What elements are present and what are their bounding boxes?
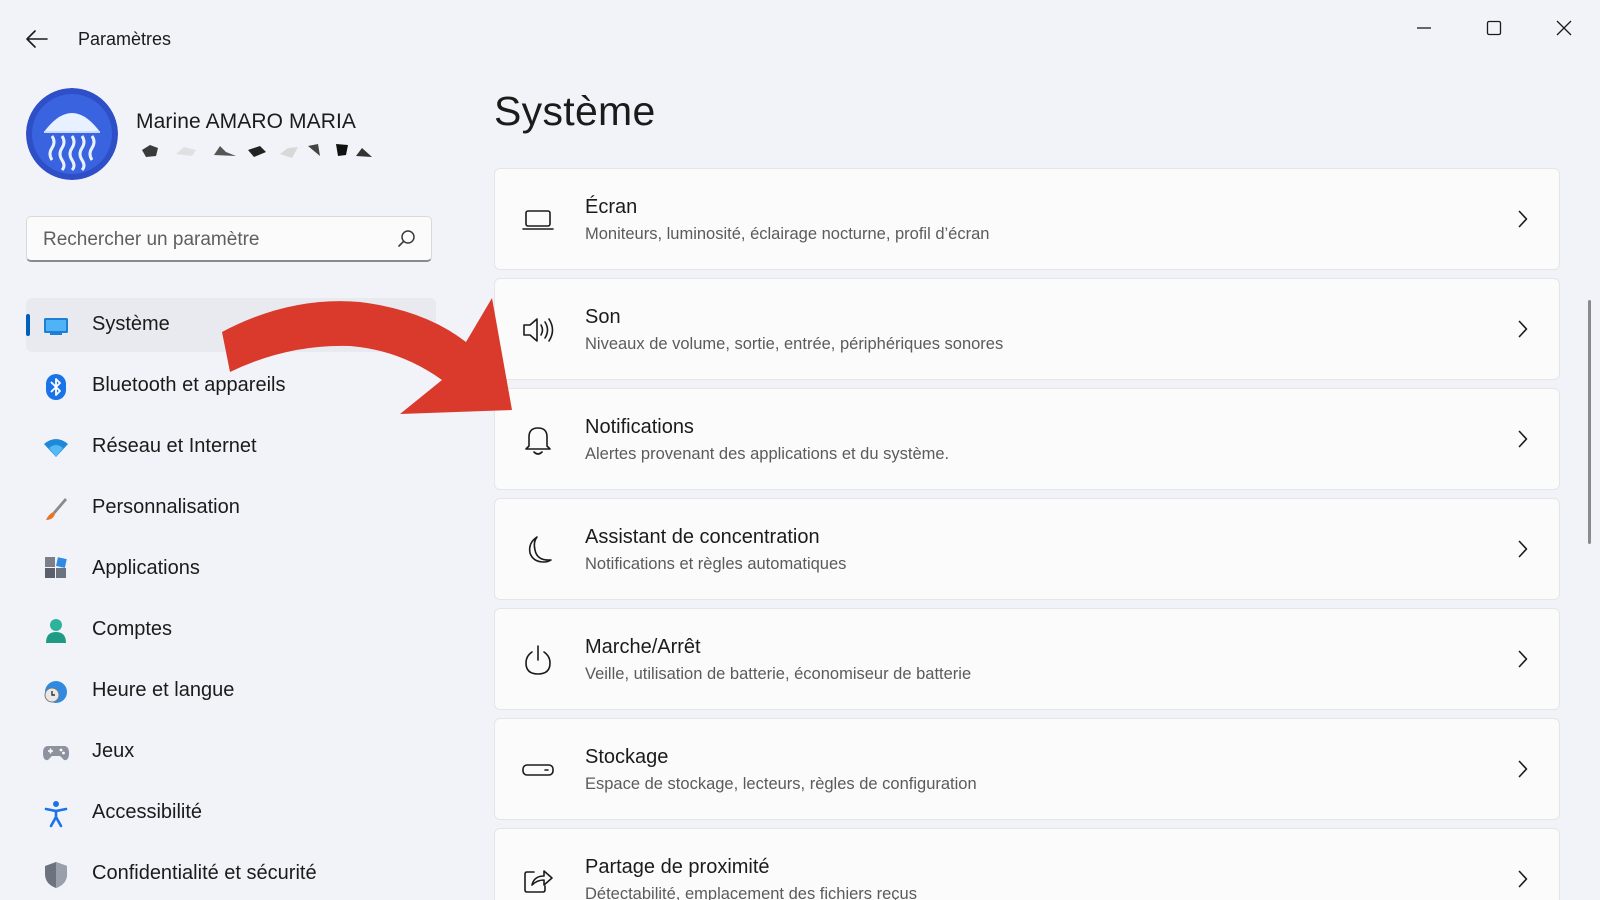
settings-card-concentration[interactable]: Assistant de concentration Notifications… <box>494 498 1560 600</box>
sidebar-item-label: Heure et langue <box>92 679 235 701</box>
sidebar-item-personnalisation[interactable]: Personnalisation <box>26 481 436 535</box>
sidebar-item-systeme[interactable]: Système <box>26 298 436 352</box>
sidebar-item-accessibilite[interactable]: Accessibilité <box>26 786 436 840</box>
card-title: Assistant de concentration <box>585 526 820 548</box>
page-title: Système <box>494 88 656 134</box>
settings-card-stockage[interactable]: Stockage Espace de stockage, lecteurs, r… <box>494 718 1560 820</box>
title-bar: Paramètres <box>0 0 1600 78</box>
settings-card-partage-proximite[interactable]: Partage de proximité Détectabilité, empl… <box>494 828 1560 900</box>
chevron-right-icon <box>1513 868 1533 890</box>
speaker-icon <box>521 313 555 347</box>
chevron-right-icon <box>1513 318 1533 340</box>
display-icon <box>521 203 555 237</box>
sidebar-item-jeux[interactable]: Jeux <box>26 725 436 779</box>
sidebar-item-label: Système <box>92 313 170 335</box>
settings-card-marche-arret[interactable]: Marche/Arrêt Veille, utilisation de batt… <box>494 608 1560 710</box>
settings-window: Paramètres Marine AMARO MARIA Rechercher… <box>0 0 1600 900</box>
search-box[interactable] <box>26 216 432 262</box>
settings-card-son[interactable]: Son Niveaux de volume, sortie, entrée, p… <box>494 278 1560 380</box>
sidebar-item-reseau[interactable]: Réseau et Internet <box>26 420 436 474</box>
chevron-right-icon <box>1513 648 1533 670</box>
sidebar-item-comptes[interactable]: Comptes <box>26 603 436 657</box>
main-scrollbar[interactable] <box>1588 300 1591 544</box>
sidebar-item-bluetooth[interactable]: Bluetooth et appareils <box>26 359 436 413</box>
sidebar-item-confidentialite[interactable]: Confidentialité et sécurité <box>26 847 436 900</box>
card-subtitle: Espace de stockage, lecteurs, règles de … <box>585 775 977 793</box>
settings-card-notifications[interactable]: Notifications Alertes provenant des appl… <box>494 388 1560 490</box>
sidebar-item-label: Comptes <box>92 618 173 640</box>
card-title: Écran <box>585 196 638 218</box>
card-title: Notifications <box>585 416 694 438</box>
settings-card-ecran[interactable]: Écran Moniteurs, luminosité, éclairage n… <box>494 168 1560 270</box>
storage-icon <box>521 753 555 787</box>
share-icon <box>521 863 555 897</box>
chevron-right-icon <box>1513 208 1533 230</box>
card-title: Partage de proximité <box>585 856 770 878</box>
time-language-icon <box>42 678 70 706</box>
brush-icon <box>42 495 70 523</box>
card-title: Stockage <box>585 746 669 768</box>
wifi-icon <box>42 434 70 462</box>
chevron-right-icon <box>1513 428 1533 450</box>
avatar[interactable] <box>26 88 118 180</box>
close-icon <box>1556 20 1572 36</box>
sidebar-item-label: Réseau et Internet <box>92 435 257 457</box>
minimize-icon <box>1417 27 1431 29</box>
moon-icon <box>521 533 555 567</box>
close-button[interactable] <box>1536 8 1592 48</box>
bluetooth-icon <box>42 373 70 401</box>
system-icon <box>42 312 70 340</box>
back-arrow-icon <box>26 30 48 48</box>
sidebar-item-label: Personnalisation <box>92 496 240 518</box>
app-title: Paramètres <box>78 29 172 49</box>
maximize-button[interactable] <box>1466 8 1522 48</box>
redacted-email-shapes <box>142 144 372 158</box>
card-subtitle: Alertes provenant des applications et du… <box>585 445 950 463</box>
sidebar-item-applications[interactable]: Applications <box>26 542 436 596</box>
sidebar-item-label: Jeux <box>92 740 135 762</box>
card-title: Son <box>585 306 621 328</box>
search-input[interactable] <box>41 225 385 255</box>
sidebar-item-label: Confidentialité et sécurité <box>92 862 317 884</box>
jellyfish-avatar-icon <box>26 88 118 180</box>
card-subtitle: Détectabilité, emplacement des fichiers … <box>585 885 917 900</box>
search-icon[interactable] <box>397 229 417 249</box>
sidebar-item-label: Bluetooth et appareils <box>92 374 286 396</box>
card-subtitle: Niveaux de volume, sortie, entrée, périp… <box>585 335 1004 353</box>
bell-icon <box>521 423 555 457</box>
power-icon <box>521 643 555 677</box>
minimize-button[interactable] <box>1396 8 1452 48</box>
shield-icon <box>42 861 70 889</box>
sidebar-item-label: Applications <box>92 557 200 579</box>
back-button[interactable] <box>20 22 54 56</box>
sidebar-nav: Système Bluetooth et appareils Réseau et… <box>26 298 436 900</box>
chevron-right-icon <box>1513 758 1533 780</box>
card-subtitle: Moniteurs, luminosité, éclairage nocturn… <box>585 225 990 243</box>
user-name: Marine AMARO MARIA <box>136 110 357 133</box>
card-subtitle: Veille, utilisation de batterie, économi… <box>585 665 972 683</box>
card-title: Marche/Arrêt <box>585 636 701 658</box>
card-subtitle: Notifications et règles automatiques <box>585 555 847 573</box>
account-icon <box>42 617 70 645</box>
chevron-right-icon <box>1513 538 1533 560</box>
gamepad-icon <box>42 739 70 767</box>
apps-icon <box>42 556 70 584</box>
maximize-icon <box>1486 20 1502 36</box>
sidebar-item-heure-langue[interactable]: Heure et langue <box>26 664 436 718</box>
settings-card-list: Écran Moniteurs, luminosité, éclairage n… <box>494 168 1560 900</box>
sidebar-item-label: Accessibilité <box>92 801 203 823</box>
accessibility-icon <box>42 800 70 828</box>
